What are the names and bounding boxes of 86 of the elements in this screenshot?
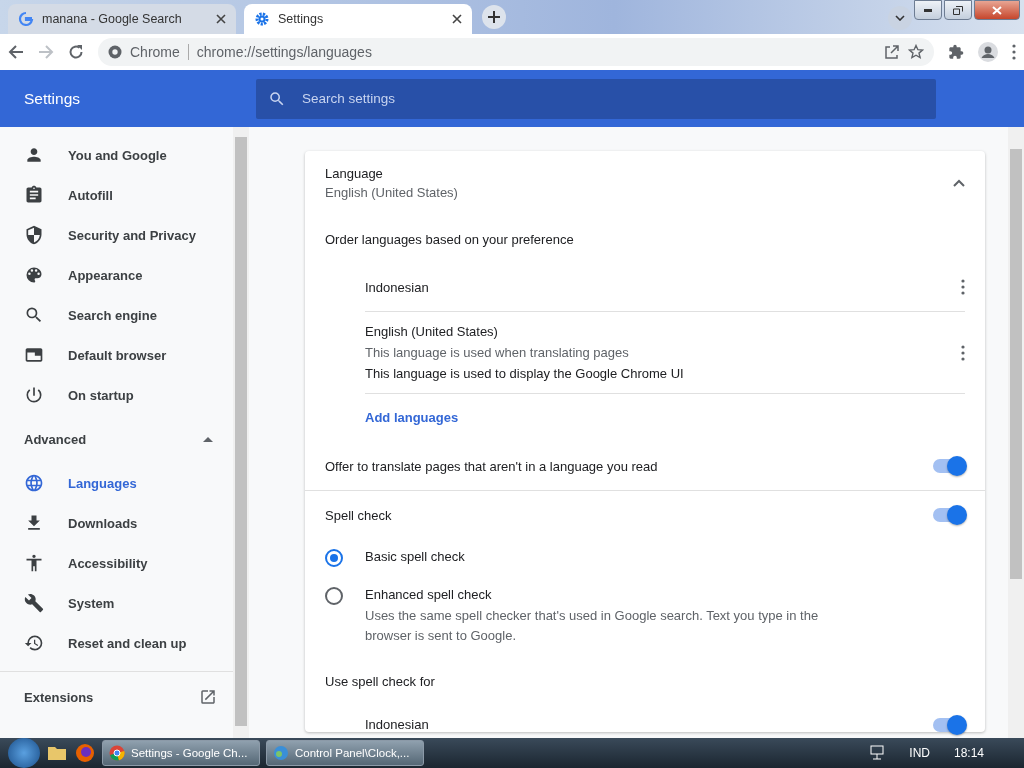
sidebar-item[interactable]: Appearance	[0, 255, 233, 295]
clock-time[interactable]: 18:14	[953, 746, 984, 760]
toggle-switch[interactable]	[933, 717, 965, 732]
option-label: Basic spell check	[365, 549, 465, 564]
sidebar-item[interactable]: System	[0, 583, 233, 623]
chevron-down-icon	[895, 15, 905, 21]
sidebar-item[interactable]: On startup	[0, 375, 233, 415]
search-field[interactable]: Search settings	[256, 78, 936, 119]
section-heading: Order languages based on your preference	[324, 230, 575, 249]
more-menu-icon[interactable]	[961, 344, 965, 361]
sidebar-item[interactable]: Accessibility	[0, 543, 233, 583]
chevron-up-icon[interactable]	[953, 179, 965, 187]
setting-label: Spell check	[325, 507, 392, 523]
open-in-new-icon	[199, 688, 217, 706]
clipboard-icon	[24, 185, 44, 205]
language-note: This language is used when translating pages	[365, 345, 630, 360]
input-language[interactable]: IND	[909, 746, 930, 760]
language-note: This language is used to display the Google Chrome UI	[365, 366, 684, 381]
shield-icon	[24, 225, 44, 245]
share-icon[interactable]	[884, 44, 900, 60]
close-icon	[992, 5, 1002, 15]
toggle-switch[interactable]	[933, 459, 965, 473]
radio-button[interactable]	[325, 587, 343, 605]
language-row[interactable]: Language English (United States)	[305, 151, 985, 215]
setting-label: Offer to translate pages that aren't in a language you read	[325, 458, 658, 474]
address-bar[interactable]: Chrome chrome://settings/languages	[98, 38, 934, 66]
close-icon[interactable]	[452, 14, 462, 24]
start-button[interactable]	[8, 738, 40, 768]
globe-icon	[24, 473, 44, 493]
setting-label: Language	[325, 166, 384, 181]
puzzle-icon[interactable]	[948, 44, 964, 60]
minimize-icon	[924, 8, 932, 12]
language-name: English (United States)	[365, 324, 499, 339]
sidebar-item[interactable]: Reset and clean up	[0, 623, 233, 663]
close-window-button[interactable]	[974, 0, 1020, 20]
radio-button[interactable]	[325, 549, 343, 567]
sidebar-item[interactable]: Languages	[0, 463, 233, 503]
page-title: Settings	[23, 89, 81, 108]
accessibility-icon	[24, 553, 44, 573]
sidebar-scrollbar[interactable]	[233, 127, 249, 738]
language-name: Indonesian	[365, 279, 429, 295]
search-icon	[268, 89, 286, 108]
more-menu-icon[interactable]	[1012, 44, 1016, 60]
toggle-switch[interactable]	[933, 508, 965, 522]
site-label: Chrome	[130, 44, 180, 60]
sidebar-item[interactable]: Downloads	[0, 503, 233, 543]
sidebar-item[interactable]: Autofill	[0, 175, 233, 215]
history-icon	[24, 633, 44, 653]
page-scrollbar[interactable]	[1008, 127, 1024, 738]
gear-icon	[254, 11, 270, 27]
sidebar-item[interactable]: You and Google	[0, 135, 233, 175]
browser-tab[interactable]: manana - Google Search	[8, 4, 236, 34]
power-icon	[24, 385, 44, 405]
wrench-icon	[24, 593, 44, 613]
browser-tab[interactable]: Settings	[244, 4, 472, 34]
close-icon[interactable]	[216, 14, 226, 24]
back-arrow-icon[interactable]	[8, 44, 24, 60]
sidebar-item[interactable]: Security and Privacy	[0, 215, 233, 255]
reload-icon[interactable]	[68, 44, 84, 60]
new-tab-button[interactable]	[482, 5, 506, 29]
language-name: Indonesian	[365, 717, 429, 732]
taskbar-button[interactable]: Control Panel\Clock,...	[266, 740, 424, 766]
profile-avatar-icon[interactable]	[978, 42, 998, 62]
more-menu-icon[interactable]	[961, 279, 965, 295]
option-label: Enhanced spell check	[365, 587, 493, 602]
sidebar-item[interactable]: Default browser	[0, 335, 233, 375]
restore-button[interactable]	[944, 0, 972, 20]
url-text: chrome://settings/languages	[196, 44, 373, 60]
advanced-section-toggle[interactable]: Advanced	[0, 415, 233, 463]
taskbar-button[interactable]: Settings - Google Ch...	[102, 740, 260, 766]
palette-icon	[24, 265, 44, 285]
setting-value: English (United States)	[325, 185, 458, 200]
control-panel-icon	[273, 745, 289, 761]
minimize-button[interactable]	[914, 0, 942, 20]
network-icon[interactable]	[869, 745, 886, 761]
setting-label: Use spell check for	[325, 673, 435, 689]
plus-icon	[488, 11, 500, 23]
sidebar-item[interactable]: Search engine	[0, 295, 233, 335]
caret-up-icon	[203, 436, 213, 442]
star-icon[interactable]	[908, 44, 924, 60]
browser-window-icon	[24, 345, 44, 365]
restore-icon	[953, 5, 963, 15]
search-icon	[24, 305, 44, 325]
add-languages-link[interactable]: Add languages	[305, 394, 985, 441]
extensions-link[interactable]: Extensions	[0, 672, 233, 722]
option-description: Uses the same spell checker that's used in Google search. Text you type in the browser is sent to Google.	[365, 607, 820, 645]
